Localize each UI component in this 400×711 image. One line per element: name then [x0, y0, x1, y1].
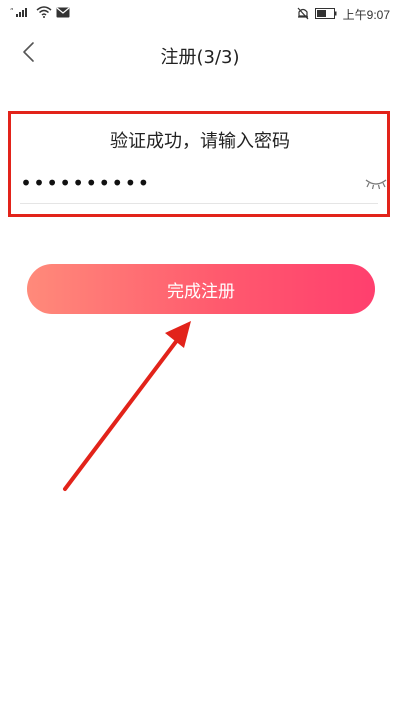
status-bar: “ 上午9:07	[0, 0, 400, 28]
wifi-icon	[36, 6, 52, 21]
header: 注册(3/3)	[0, 30, 400, 78]
signal-icon: “	[10, 6, 32, 21]
battery-icon	[314, 7, 337, 22]
mail-icon	[56, 7, 70, 21]
field-underline	[20, 203, 378, 204]
status-right: 上午9:07	[297, 6, 390, 23]
registration-screen: “ 上午9:07 注册(3/3) 验证成功，请输入密码 •••••••••• 完…	[0, 0, 400, 711]
status-time: 上午9:07	[342, 8, 390, 22]
mute-icon	[297, 7, 309, 23]
svg-text:“: “	[10, 7, 14, 15]
complete-registration-button[interactable]: 完成注册	[27, 264, 375, 314]
eye-closed-icon[interactable]	[364, 176, 388, 192]
status-left: “	[10, 6, 70, 21]
password-prompt: 验证成功，请输入密码	[110, 131, 290, 152]
password-field[interactable]	[20, 168, 350, 198]
page-title: 注册(3/3)	[160, 47, 240, 68]
annotation-arrow	[63, 321, 191, 491]
